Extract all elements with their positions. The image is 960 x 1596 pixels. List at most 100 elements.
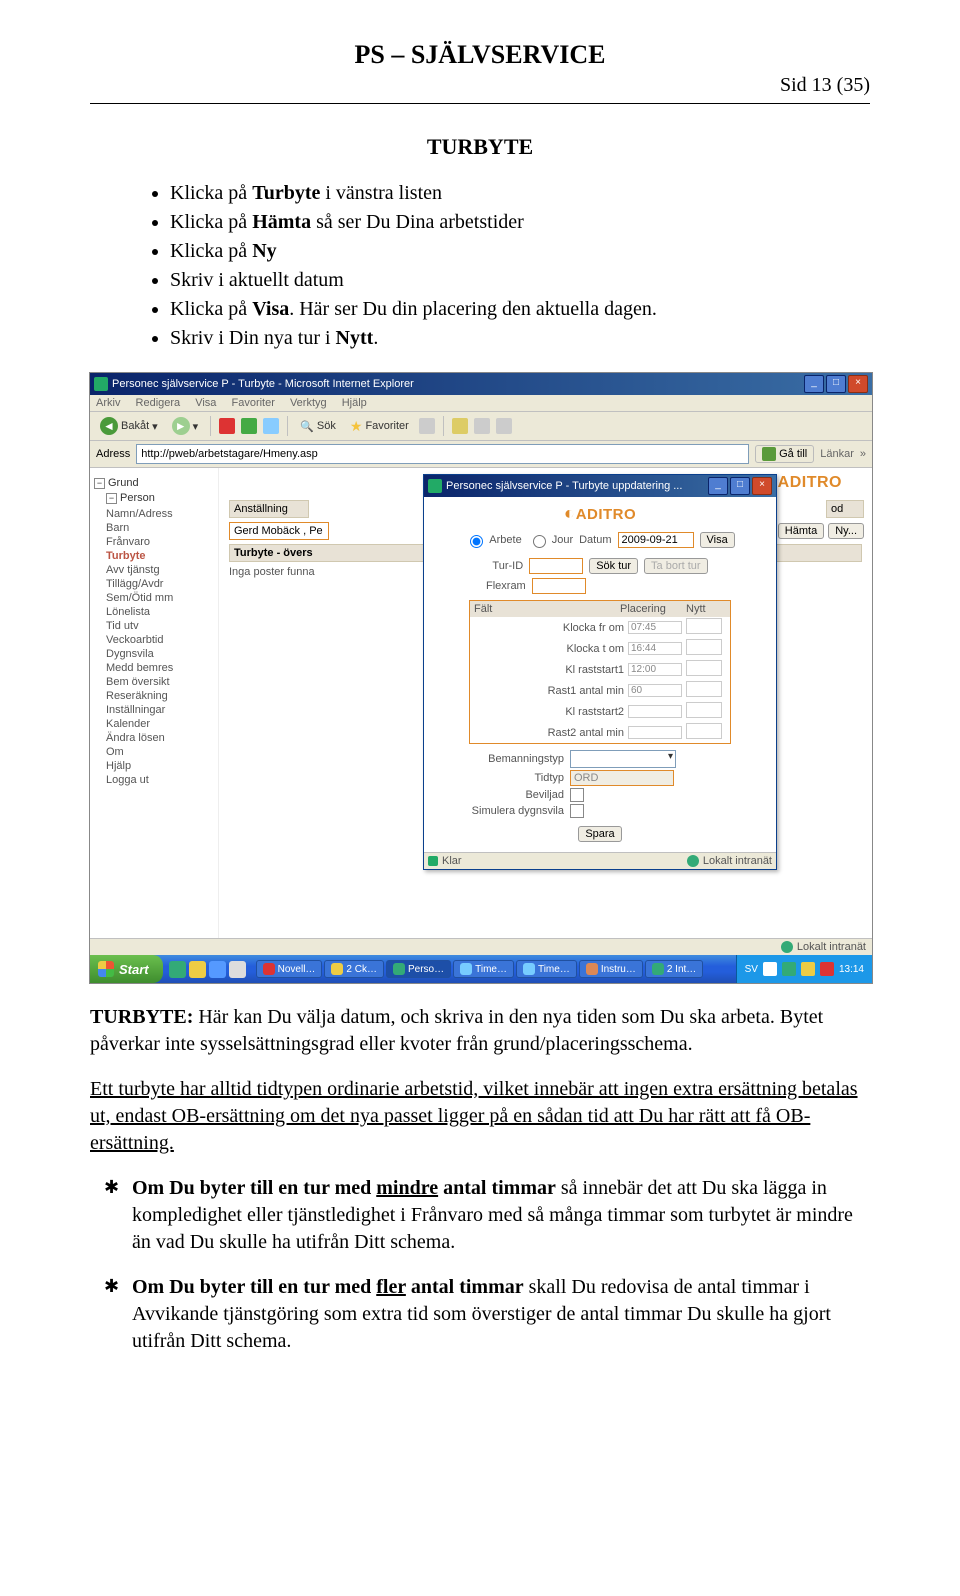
task-item[interactable]: Novell… — [256, 960, 323, 978]
nav-item[interactable]: Ändra lösen — [94, 731, 214, 745]
spara-button[interactable]: Spara — [578, 826, 621, 842]
nav-item[interactable]: Tillägg/Avdr — [94, 577, 214, 591]
menu-item[interactable]: Favoriter — [231, 397, 274, 409]
tray-lang[interactable]: SV — [745, 964, 758, 975]
turid-label: Tur-ID — [492, 560, 523, 572]
placering-input[interactable] — [628, 726, 682, 739]
minimize-button[interactable]: _ — [804, 375, 824, 393]
refresh-icon[interactable] — [241, 418, 257, 434]
menu-item[interactable]: Visa — [195, 397, 216, 409]
nav-item[interactable]: Logga ut — [94, 773, 214, 787]
menu-item[interactable]: Arkiv — [96, 397, 120, 409]
stop-icon[interactable] — [219, 418, 235, 434]
tray-icon[interactable] — [801, 962, 815, 976]
dialog-minimize[interactable]: _ — [708, 477, 728, 495]
nav-group[interactable]: −Grund — [94, 477, 214, 489]
nav-item[interactable]: Hjälp — [94, 759, 214, 773]
klar-label: Klar — [428, 855, 462, 867]
dialog-maximize[interactable]: □ — [730, 477, 750, 495]
dialog-close[interactable]: × — [752, 477, 772, 495]
go-button[interactable]: Gå till — [755, 445, 814, 463]
nav-item[interactable]: Tid utv — [94, 619, 214, 633]
maximize-button[interactable]: □ — [826, 375, 846, 393]
placering-input[interactable] — [628, 684, 682, 697]
nytt-input[interactable] — [686, 681, 722, 697]
close-button[interactable]: × — [848, 375, 868, 393]
mail-icon[interactable] — [452, 418, 468, 434]
ny-button[interactable]: Ny... — [828, 523, 864, 539]
placering-input[interactable] — [628, 663, 682, 676]
back-button[interactable]: ◄ Bakåt ▾ — [96, 415, 162, 437]
anstallning-field[interactable]: Gerd Mobäck , Pe — [229, 522, 329, 540]
nav-item[interactable]: Bem översikt — [94, 675, 214, 689]
task-item[interactable]: 2 Int… — [645, 960, 703, 978]
home-icon[interactable] — [263, 418, 279, 434]
bemanningstyp-select[interactable] — [570, 750, 676, 768]
date-input[interactable] — [618, 532, 694, 548]
menu-item[interactable]: Hjälp — [342, 397, 367, 409]
flexram-input[interactable] — [532, 578, 586, 594]
sok-tur-button[interactable]: Sök tur — [589, 558, 638, 574]
task-item[interactable]: 2 Ck… — [324, 960, 384, 978]
placering-input[interactable] — [628, 621, 682, 634]
visa-button[interactable]: Visa — [700, 532, 735, 548]
links-label[interactable]: Länkar — [820, 448, 854, 460]
tidtyp-input[interactable] — [570, 770, 674, 786]
quicklaunch-icon[interactable] — [229, 961, 246, 978]
ie-statusbar: Lokalt intranät — [90, 938, 872, 955]
print-icon[interactable] — [474, 418, 490, 434]
nav-item[interactable]: Lönelista — [94, 605, 214, 619]
nav-item[interactable]: Inställningar — [94, 703, 214, 717]
task-item[interactable]: Instru… — [579, 960, 643, 978]
nytt-input[interactable] — [686, 639, 722, 655]
nytt-input[interactable] — [686, 702, 722, 718]
placering-input[interactable] — [628, 705, 682, 718]
quicklaunch-icon[interactable] — [169, 961, 186, 978]
quicklaunch-icon[interactable] — [209, 961, 226, 978]
placering-input[interactable] — [628, 642, 682, 655]
nav-item[interactable]: Kalender — [94, 717, 214, 731]
nav-item[interactable]: Frånvaro — [94, 535, 214, 549]
tray-icon[interactable] — [763, 962, 777, 976]
nytt-input[interactable] — [686, 723, 722, 739]
nav-item[interactable]: Barn — [94, 521, 214, 535]
nav-item-turbyte[interactable]: Turbyte — [94, 549, 214, 563]
url-input[interactable] — [136, 444, 749, 464]
nav-item[interactable]: Dygnsvila — [94, 647, 214, 661]
nytt-input[interactable] — [686, 618, 722, 634]
history-icon[interactable] — [419, 418, 435, 434]
arbete-radio[interactable]: Arbete — [465, 532, 521, 548]
aditro-logo: ◐ADITRO — [434, 503, 766, 524]
nav-item[interactable]: Avv tjänstg — [94, 563, 214, 577]
tabort-tur-button[interactable]: Ta bort tur — [644, 558, 708, 574]
nav-item[interactable]: Sem/Ötid mm — [94, 591, 214, 605]
edit-icon[interactable] — [496, 418, 512, 434]
tray-icon[interactable] — [782, 962, 796, 976]
turid-input[interactable] — [529, 558, 583, 574]
separator — [90, 103, 870, 104]
task-item[interactable]: Perso… — [386, 960, 451, 978]
task-item[interactable]: Time… — [516, 960, 577, 978]
search-button[interactable]: 🔍Sök — [296, 418, 340, 435]
quicklaunch-icon[interactable] — [189, 961, 206, 978]
favorites-button[interactable]: ★Favoriter — [346, 416, 413, 437]
nytt-input[interactable] — [686, 660, 722, 676]
nav-item[interactable]: Veckoarbtid — [94, 633, 214, 647]
forward-button[interactable]: ► ▾ — [168, 415, 203, 437]
menu-item[interactable]: Verktyg — [290, 397, 327, 409]
nav-group[interactable]: −Person — [94, 492, 214, 504]
hamta-button[interactable]: Hämta — [778, 523, 824, 539]
beviljad-checkbox[interactable] — [570, 788, 584, 802]
tray-icon[interactable] — [820, 962, 834, 976]
jour-radio[interactable]: Jour — [528, 532, 573, 548]
nav-item[interactable]: Om — [94, 745, 214, 759]
nav-item[interactable]: Namn/Adress — [94, 507, 214, 521]
address-bar: Adress Gå till Länkar» — [90, 441, 872, 468]
nav-item[interactable]: Medd bemres — [94, 661, 214, 675]
task-item[interactable]: Time… — [453, 960, 514, 978]
left-nav: −Grund −Person Namn/Adress Barn Frånvaro… — [90, 468, 219, 938]
nav-item[interactable]: Reseräkning — [94, 689, 214, 703]
simulera-checkbox[interactable] — [570, 804, 584, 818]
start-button[interactable]: Start — [90, 955, 163, 983]
menu-item[interactable]: Redigera — [136, 397, 181, 409]
